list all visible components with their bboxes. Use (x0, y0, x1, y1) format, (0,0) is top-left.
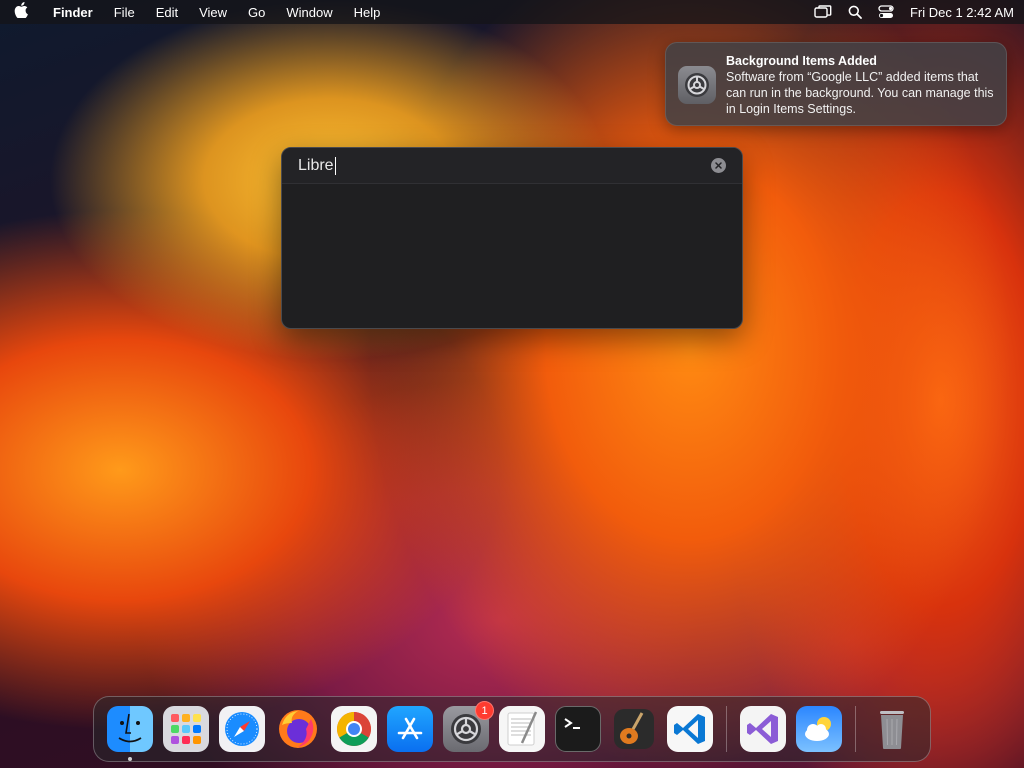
dock-item-garageband[interactable] (611, 706, 657, 752)
garageband-icon (614, 709, 654, 749)
menu-view[interactable]: View (199, 5, 227, 20)
finder-icon (118, 713, 142, 743)
weather-icon (805, 717, 831, 741)
chrome-icon (337, 712, 371, 746)
menu-bar: Finder File Edit View Go Window Help Fri… (0, 0, 1024, 24)
menu-bar-left: Finder File Edit View Go Window Help (14, 2, 401, 22)
launchpad-icon (171, 714, 201, 744)
spotlight-window: Libre (281, 147, 743, 329)
menu-help[interactable]: Help (354, 5, 381, 20)
dock-item-launchpad[interactable] (163, 706, 209, 752)
menu-file[interactable]: File (114, 5, 135, 20)
terminal-icon (564, 718, 580, 729)
app-store-icon (397, 717, 423, 740)
control-center-icon[interactable] (878, 5, 894, 19)
menu-go[interactable]: Go (248, 5, 265, 20)
spotlight-search-icon[interactable] (848, 5, 862, 19)
menu-window[interactable]: Window (286, 5, 332, 20)
dock-item-textedit[interactable] (499, 706, 545, 752)
dock-item-app-store[interactable] (387, 706, 433, 752)
dock: 1 (93, 696, 931, 762)
vscode-icon (674, 714, 705, 744)
spotlight-query-text: Libre (298, 156, 334, 174)
dock-item-vscode[interactable] (667, 706, 713, 752)
notification-text: Background Items Added Software from “Go… (726, 53, 994, 117)
safari-icon (225, 712, 259, 746)
dock-item-terminal[interactable] (555, 706, 601, 752)
running-indicator (128, 757, 132, 761)
spotlight-search-row: Libre (282, 148, 742, 184)
dock-item-chrome[interactable] (331, 706, 377, 752)
screen-mirroring-icon[interactable] (814, 5, 832, 19)
clear-search-button[interactable] (711, 158, 726, 173)
dock-item-weather[interactable] (796, 706, 842, 752)
menu-edit[interactable]: Edit (156, 5, 178, 20)
dock-item-firefox[interactable] (275, 706, 321, 752)
settings-gear-icon (678, 66, 716, 104)
text-caret (334, 156, 336, 175)
notification-title: Background Items Added (726, 54, 877, 68)
notification-body: Software from “Google LLC” added items t… (726, 70, 994, 116)
dock-item-finder[interactable] (107, 706, 153, 761)
dock-item-trash[interactable] (869, 706, 915, 752)
background-items-notification[interactable]: Background Items Added Software from “Go… (665, 42, 1007, 126)
visual-studio-icon (747, 714, 778, 744)
firefox-icon (279, 710, 317, 748)
menu-clock[interactable]: Fri Dec 1 2:42 AM (910, 5, 1014, 20)
spotlight-results-area (282, 184, 742, 328)
spotlight-search-input[interactable]: Libre (298, 156, 711, 175)
textedit-icon (507, 711, 538, 746)
menu-app-name[interactable]: Finder (53, 5, 93, 20)
apple-menu-icon[interactable] (14, 2, 32, 22)
close-icon (715, 162, 722, 169)
dock-separator (855, 706, 856, 752)
dock-item-system-settings[interactable]: 1 (443, 701, 494, 752)
dock-separator (726, 706, 727, 752)
trash-icon (880, 711, 904, 749)
menu-bar-right: Fri Dec 1 2:42 AM (798, 5, 1014, 20)
dock-item-visual-studio[interactable] (740, 706, 786, 752)
notification-badge: 1 (475, 701, 494, 720)
dock-item-safari[interactable] (219, 706, 265, 752)
